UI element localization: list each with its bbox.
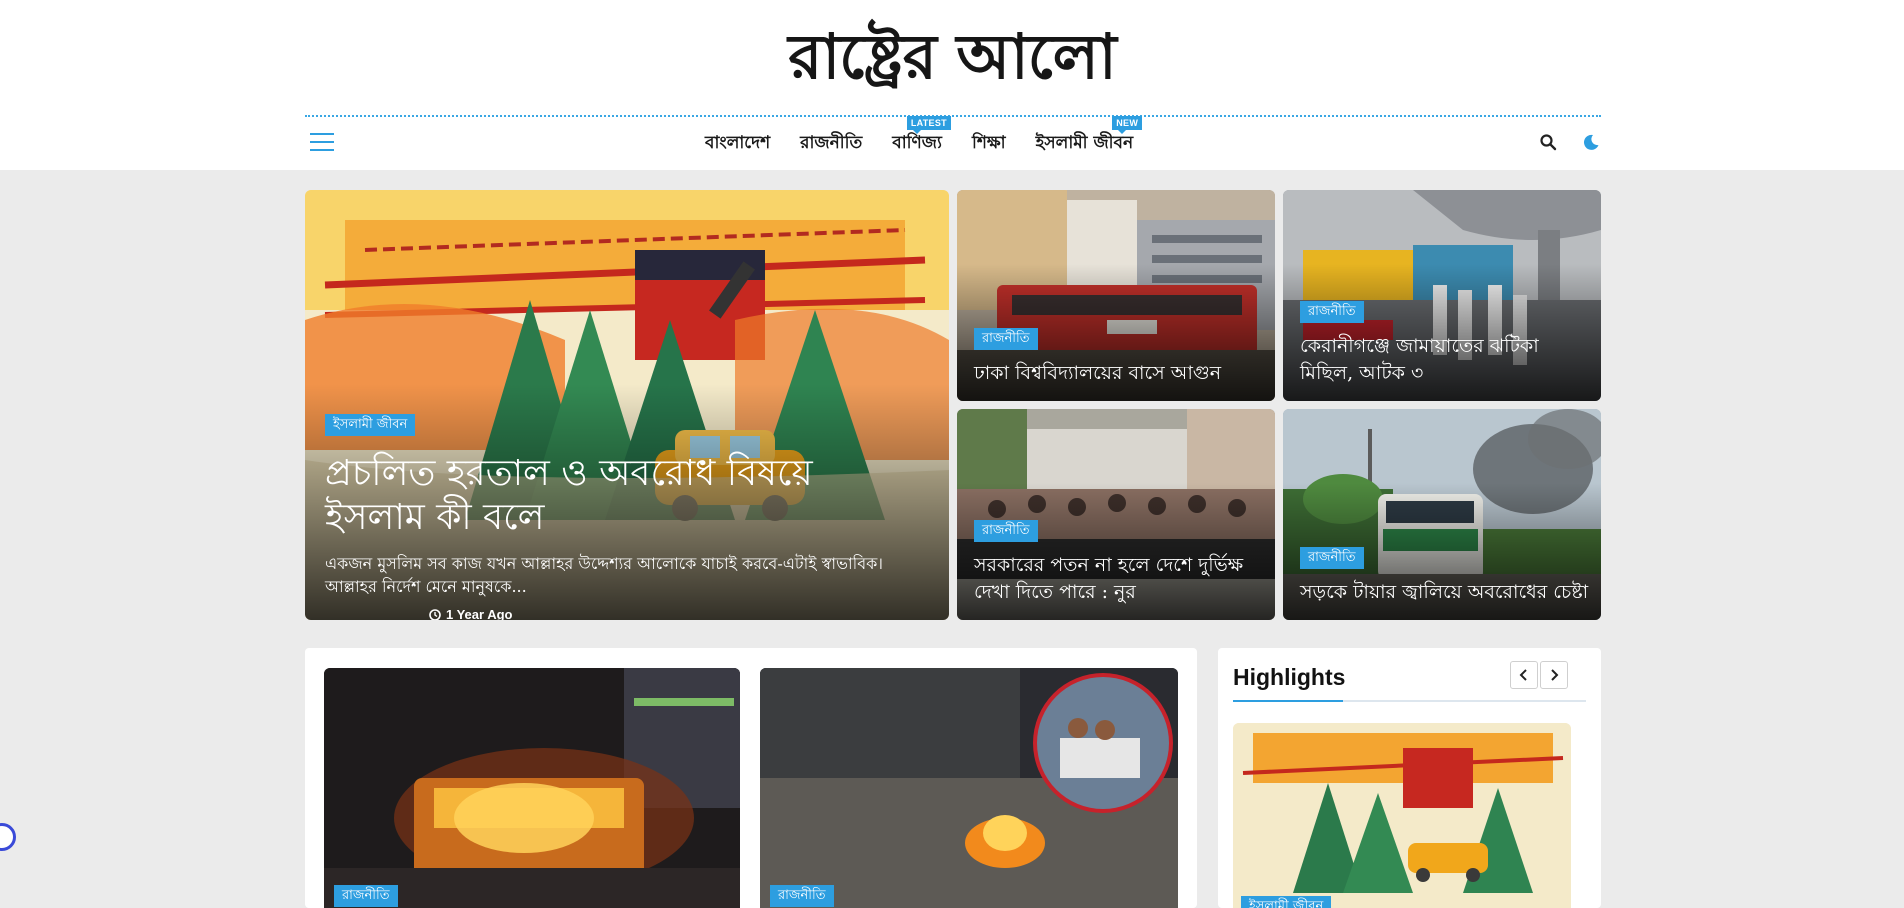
- category-tag[interactable]: ইসলামী জীবন: [325, 414, 416, 436]
- chevron-right-icon: [1551, 669, 1559, 681]
- burning-bus-photo: [324, 668, 740, 908]
- featured-card[interactable]: রাজনীতি ঢাকা বিশ্ববিদ্যালয়ের বাসে আগুন: [957, 190, 1275, 401]
- nav-item-islamic-life[interactable]: ইসলামী জীবন NEW: [1021, 116, 1149, 156]
- featured-card[interactable]: রাজনীতি সরকারের পতন না হলে দেশে দুর্ভিক্…: [957, 409, 1275, 620]
- site-header: রাষ্ট্রের আলো বাংলাদেশ রাজনীতি বাণিজ্য L…: [0, 0, 1904, 170]
- post-time: 1 Year Ago: [429, 607, 512, 620]
- nav-item-label: রাজনীতি: [800, 133, 863, 153]
- featured-main-excerpt: একজন মুসলিম সব কাজ যখন আল্লাহর উদ্দেশ্যর…: [325, 554, 884, 596]
- nav-item-label: বাংলাদেশ: [705, 133, 771, 153]
- card-title[interactable]: সরকারের পতন না হলে দেশে দুর্ভিক্ষ দেখা দ…: [974, 552, 1264, 606]
- nav-item-label: শিক্ষা: [971, 133, 1006, 153]
- featured-main-card[interactable]: ইসলামী জীবন 1 Year Ago প্রচলিত হরতাল ও অ…: [305, 190, 949, 620]
- highlights-heading: Highlights: [1233, 664, 1346, 690]
- menu-toggle-icon[interactable]: [310, 131, 334, 153]
- highlight-illustration: [1233, 723, 1571, 908]
- category-tag[interactable]: রাজনীতি: [770, 885, 834, 907]
- main-nav: বাংলাদেশ রাজনীতি বাণিজ্য LATEST শিক্ষা ই…: [690, 116, 1149, 156]
- new-badge: NEW: [1112, 116, 1143, 134]
- card-title[interactable]: সড়কে টায়ার জ্বালিয়ে অবরোধের চেষ্টা: [1300, 579, 1590, 606]
- featured-card[interactable]: রাজনীতি কেরানীগঞ্জে জামায়াতের ঝটিকা মিছ…: [1283, 190, 1601, 401]
- card-title[interactable]: কেরানীগঞ্জে জামায়াতের ঝটিকা মিছিল, আটক …: [1300, 333, 1590, 387]
- category-tag[interactable]: রাজনীতি: [334, 885, 398, 907]
- nav-item-commerce[interactable]: বাণিজ্য LATEST: [877, 116, 957, 156]
- highlight-card[interactable]: ইসলামী জীবন: [1233, 723, 1571, 908]
- nav-item-politics[interactable]: রাজনীতি: [785, 126, 877, 156]
- highlights-widget: Highlights ইসলামী জীবন: [1218, 648, 1601, 908]
- post-card[interactable]: রাজনীতি: [760, 668, 1178, 908]
- post-card[interactable]: রাজনীতি: [324, 668, 740, 908]
- nav-item-bangladesh[interactable]: বাংলাদেশ: [690, 126, 785, 156]
- latest-badge: LATEST: [906, 116, 951, 134]
- site-logo-title[interactable]: রাষ্ট্রের আলো: [0, 14, 1904, 100]
- highlights-next-button[interactable]: [1540, 661, 1568, 689]
- category-tag[interactable]: ইসলামী জীবন: [1241, 896, 1332, 908]
- latest-posts-panel: রাজনীতি রাজনীতি: [305, 648, 1197, 908]
- card-title[interactable]: ঢাকা বিশ্ববিদ্যালয়ের বাসে আগুন: [974, 360, 1264, 387]
- nav-item-label: ইসলামী জীবন: [1035, 133, 1134, 153]
- accessibility-button[interactable]: [0, 823, 16, 851]
- category-tag[interactable]: রাজনীতি: [1300, 547, 1364, 569]
- nav-item-education[interactable]: শিক্ষা: [957, 126, 1021, 156]
- clock-icon: [429, 608, 441, 620]
- category-tag[interactable]: রাজনীতি: [974, 520, 1038, 542]
- street-fire-photo: [760, 668, 1178, 908]
- chevron-left-icon: [1519, 669, 1527, 681]
- category-tag[interactable]: রাজনীতি: [974, 328, 1038, 350]
- featured-card[interactable]: রাজনীতি সড়কে টায়ার জ্বালিয়ে অবরোধের চ…: [1283, 409, 1601, 620]
- dark-mode-moon-icon[interactable]: [1582, 133, 1600, 151]
- highlights-underline: [1233, 700, 1586, 702]
- highlights-prev-button[interactable]: [1510, 661, 1538, 689]
- time-ago-label: 1 Year Ago: [446, 607, 513, 620]
- featured-main-title[interactable]: প্রচলিত হরতাল ও অবরোধ বিষয়ে ইসলাম কী বল…: [325, 452, 845, 540]
- header-divider: [305, 115, 1601, 117]
- search-icon[interactable]: [1539, 133, 1557, 151]
- nav-item-label: বাণিজ্য: [892, 133, 942, 153]
- category-tag[interactable]: রাজনীতি: [1300, 301, 1364, 323]
